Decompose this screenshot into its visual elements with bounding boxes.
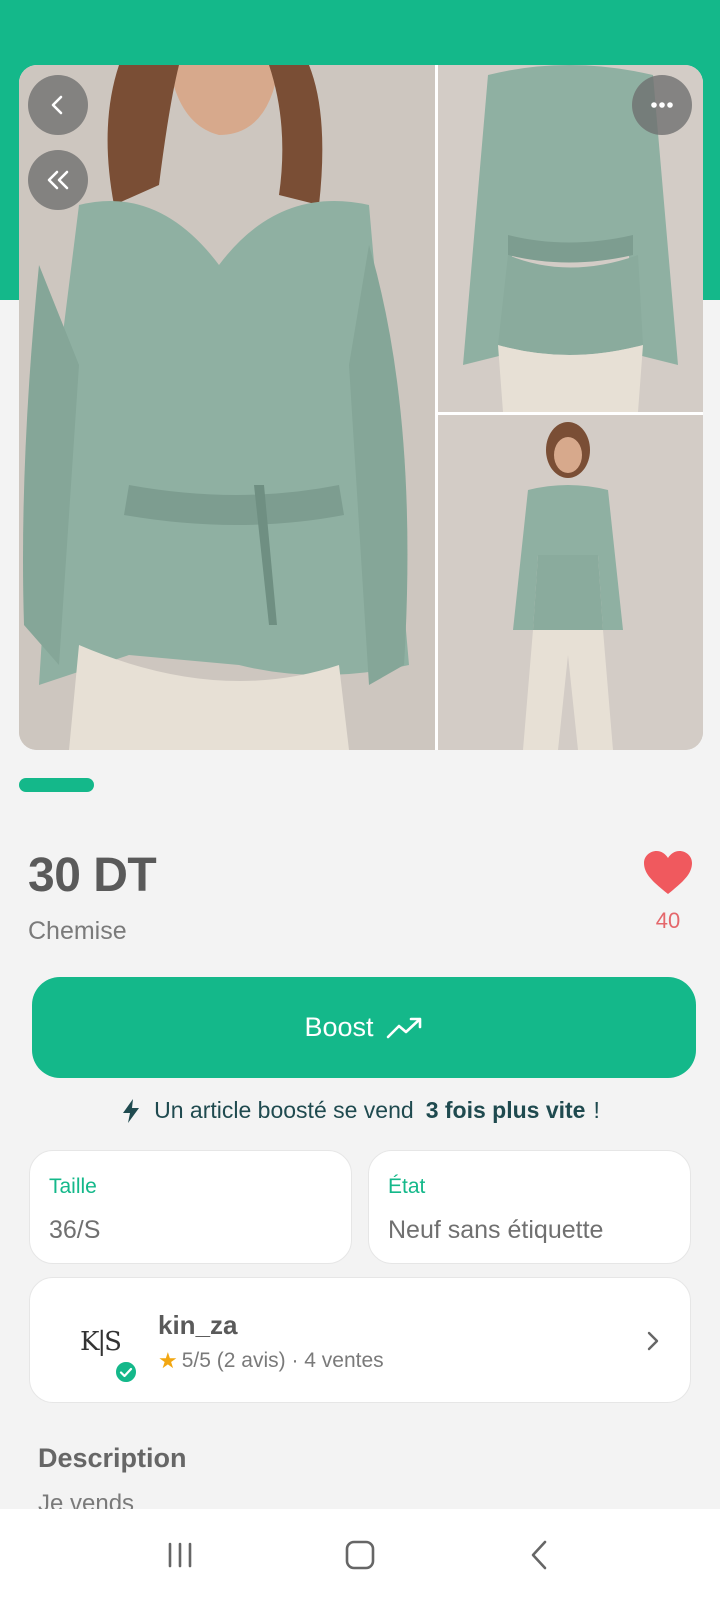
trending-up-icon: [386, 1017, 421, 1038]
seller-name: kin_za: [158, 1310, 238, 1340]
more-horizontal-icon: [651, 102, 673, 108]
product-price: 30 DT: [28, 849, 157, 902]
boost-info-prefix: Un article boosté se vend: [154, 1097, 414, 1123]
recent-apps-icon: [168, 1542, 192, 1567]
home-button[interactable]: [330, 1535, 390, 1575]
system-navigation-bar: [0, 1509, 720, 1600]
more-options-button[interactable]: [632, 75, 692, 135]
product-category: Chemise: [28, 917, 127, 945]
recent-apps-button[interactable]: [150, 1535, 210, 1575]
condition-value: Neuf sans étiquette: [388, 1216, 604, 1244]
condition-card: État Neuf sans étiquette: [368, 1150, 691, 1264]
size-card: Taille 36/S: [29, 1150, 352, 1264]
boost-info-suffix: !: [593, 1097, 600, 1123]
heart-icon[interactable]: [643, 850, 693, 896]
verified-check-icon: [114, 1360, 138, 1384]
boost-button[interactable]: Boost: [32, 977, 696, 1078]
boost-button-label: Boost: [304, 1012, 374, 1042]
seller-rating-text: 5/5 (2 avis) · 4 ventes: [181, 1349, 384, 1372]
chevron-right-icon: [647, 1331, 659, 1351]
lightning-icon: [123, 1098, 140, 1123]
back-icon: [531, 1540, 547, 1569]
size-value: 36/S: [49, 1216, 101, 1244]
boost-info-text: Un article boosté se vend 3 fois plus vi…: [0, 1097, 720, 1124]
full-body-photo[interactable]: [438, 415, 703, 750]
boost-info-bold: 3 fois plus vite: [425, 1097, 586, 1123]
like-count: 40: [655, 908, 681, 933]
seller-rating: ★ 5/5 (2 avis) · 4 ventes: [158, 1348, 384, 1374]
size-label: Taille: [49, 1175, 97, 1198]
system-back-button[interactable]: [510, 1535, 570, 1575]
description-title: Description: [38, 1443, 187, 1473]
chevron-left-icon: [51, 95, 63, 115]
back-button[interactable]: [28, 75, 88, 135]
double-chevron-left-icon: [47, 170, 69, 190]
star-icon: ★: [158, 1348, 178, 1373]
seller-card[interactable]: K|S kin_za ★ 5/5 (2 avis) · 4 ventes: [29, 1277, 691, 1403]
home-icon: [345, 1540, 375, 1569]
condition-label: État: [388, 1175, 426, 1198]
product-image-gallery[interactable]: [19, 65, 703, 750]
gallery-progress-indicator: [19, 778, 94, 792]
first-image-button[interactable]: [28, 150, 88, 210]
